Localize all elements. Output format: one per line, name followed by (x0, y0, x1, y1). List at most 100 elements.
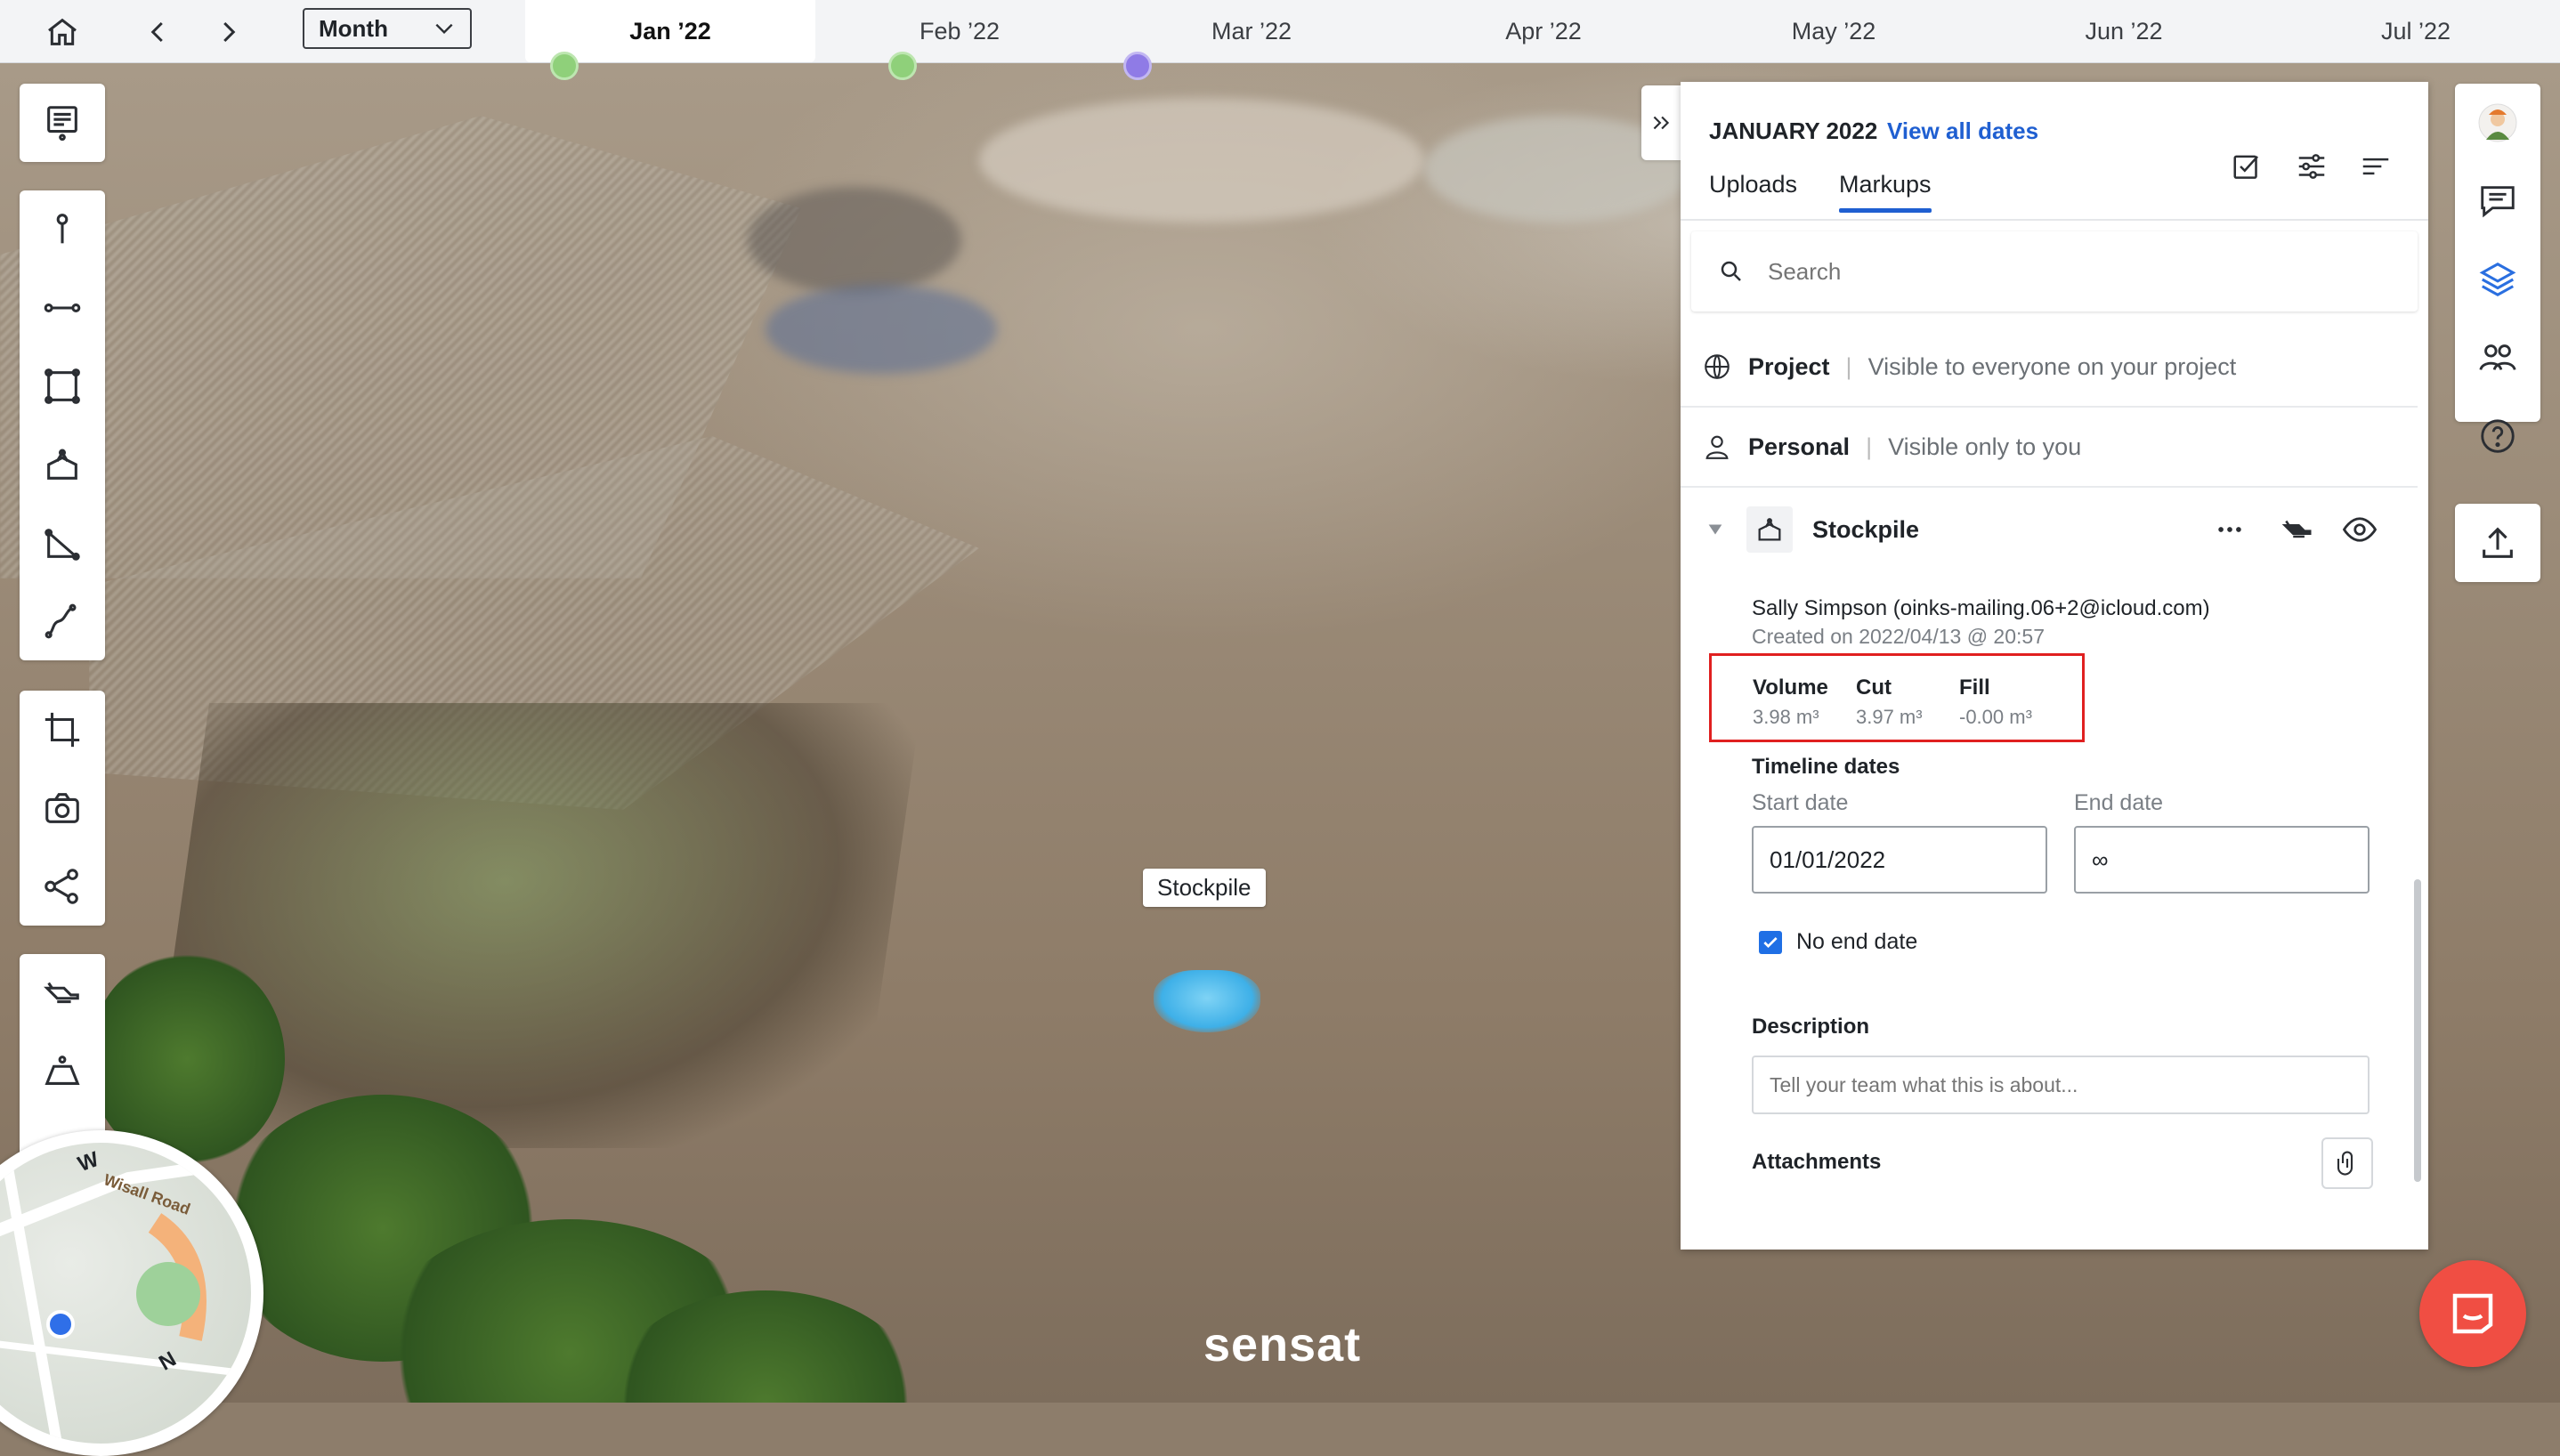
avatar-icon (2478, 103, 2517, 142)
measure-volume: Volume 3.98 m³ (1753, 675, 1828, 729)
export-button[interactable] (2455, 504, 2540, 582)
right-rail (2455, 84, 2540, 453)
area-tool-button[interactable] (20, 347, 105, 425)
more-options-icon[interactable] (2215, 514, 2245, 545)
timeline-month-jul[interactable]: Jul ’22 (2318, 0, 2514, 62)
measure-cut-label: Cut (1856, 675, 1892, 700)
chat-icon (2481, 186, 2515, 218)
screenshot-button[interactable] (20, 769, 105, 847)
layers-button[interactable] (2455, 240, 2540, 319)
search-input[interactable] (1766, 256, 2304, 287)
support-chat-button[interactable] (2419, 1260, 2526, 1367)
filter-button[interactable] (2289, 144, 2334, 189)
pin-icon (56, 214, 69, 244)
polygon-icon (45, 368, 80, 404)
stockpile-marker[interactable] (1154, 970, 1260, 1032)
paperclip-icon (2337, 1151, 2353, 1176)
capture-toolbar (20, 691, 105, 926)
collapse-panel-button[interactable] (1641, 85, 1681, 160)
home-icon[interactable] (43, 12, 82, 52)
stockpile-icon (1758, 518, 1781, 541)
person-icon (1705, 435, 1729, 459)
line-icon (44, 303, 81, 312)
flythrough-button[interactable] (20, 954, 105, 1032)
double-chevron-right-icon (1653, 116, 1670, 130)
search-bar (1691, 231, 2418, 311)
tab-uploads[interactable]: Uploads (1709, 171, 1797, 198)
caret-down-icon[interactable] (1705, 520, 1725, 539)
select-markups-button[interactable] (2225, 144, 2270, 189)
tab-markups[interactable]: Markups (1839, 171, 1932, 213)
timeline-bar: Month Jan ’22 Feb ’22 Mar ’22 Apr ’22 Ma… (0, 0, 2560, 80)
measurements-highlight: Volume 3.98 m³ Cut 3.97 m³ Fill -0.00 m³ (1709, 653, 2085, 742)
visibility-personal-row[interactable]: Personal | Visible only to you (1681, 408, 2418, 488)
divider: | (1845, 352, 1852, 380)
camera-view-button[interactable] (20, 1032, 105, 1111)
path-tool-button[interactable] (20, 582, 105, 660)
timeline-upload-dot[interactable] (888, 52, 917, 80)
notes-button[interactable] (20, 84, 105, 162)
measure-cut-value: 3.97 m³ (1856, 706, 1923, 728)
eye-icon[interactable] (2341, 511, 2378, 548)
help-button[interactable] (2455, 397, 2540, 475)
divider: | (1866, 433, 1873, 460)
description-title: Description (1752, 1015, 1870, 1039)
chevron-left-icon[interactable] (139, 12, 178, 52)
markup-author: Sally Simpson (oinks-mailing.06+2@icloud… (1752, 596, 2210, 620)
start-date-input[interactable] (1752, 826, 2047, 894)
drone-icon (44, 982, 79, 1004)
chat-bubble-icon (2452, 1293, 2493, 1334)
comments-button[interactable] (2455, 162, 2540, 240)
view-all-dates-link[interactable]: View all dates (1887, 117, 2038, 145)
profile-tool-button[interactable] (20, 504, 105, 582)
timeline-upload-dot[interactable] (550, 52, 579, 80)
no-end-date-label[interactable]: No end date (1796, 929, 1917, 955)
sliders-icon (2298, 154, 2325, 179)
user-avatar[interactable] (2455, 84, 2540, 162)
period-select[interactable]: Month (303, 8, 472, 49)
machinery (766, 285, 997, 374)
sort-button[interactable] (2353, 144, 2398, 189)
end-date-input[interactable] (2074, 826, 2370, 894)
crop-button[interactable] (20, 691, 105, 769)
stockpile-type-badge (1746, 506, 1793, 553)
sand-pile (979, 98, 1424, 222)
timeline-month-apr[interactable]: Apr ’22 (1446, 0, 1641, 62)
stockpile-icon (47, 449, 77, 480)
checkbox-icon (2233, 155, 2259, 179)
panel-scrollbar[interactable] (2414, 879, 2421, 1182)
timeline-dates-title: Timeline dates (1752, 755, 1900, 779)
timeline-month-may[interactable]: May ’22 (1736, 0, 1932, 62)
camera-icon (45, 793, 79, 823)
stockpile-map-label[interactable]: Stockpile (1143, 869, 1266, 907)
angle-icon (45, 529, 80, 561)
timeline-month-jun[interactable]: Jun ’22 (2026, 0, 2222, 62)
markups-panel: JANUARY 2022 View all dates Uploads Mark… (1681, 82, 2428, 1250)
checkmark-icon (1763, 937, 1778, 949)
timeline-month-mar[interactable]: Mar ’22 (1154, 0, 1349, 62)
minimap[interactable]: W N Wisall Road (0, 1143, 251, 1444)
description-input[interactable] (1752, 1056, 2370, 1114)
team-button[interactable] (2455, 319, 2540, 397)
measure-volume-value: 3.98 m³ (1753, 706, 1819, 728)
add-attachment-button[interactable] (2321, 1137, 2373, 1189)
end-date-label: End date (2074, 790, 2164, 815)
machinery (748, 187, 961, 294)
volume-tool-button[interactable] (20, 425, 105, 504)
measure-cut: Cut 3.97 m³ (1856, 675, 1923, 729)
point-tool-button[interactable] (20, 190, 105, 269)
sort-icon (2362, 158, 2389, 175)
timeline-month-feb[interactable]: Feb ’22 (862, 0, 1057, 62)
no-end-date-checkbox[interactable] (1759, 931, 1782, 954)
perspective-icon (45, 1056, 80, 1085)
timeline-markup-dot[interactable] (1123, 52, 1152, 80)
fly-to-icon[interactable] (2281, 513, 2314, 546)
chevron-right-icon[interactable] (208, 12, 247, 52)
line-tool-button[interactable] (20, 269, 105, 347)
visibility-project-row[interactable]: Project | Visible to everyone on your pr… (1681, 328, 2418, 408)
share-button[interactable] (20, 847, 105, 926)
panel-header: JANUARY 2022 View all dates Uploads Mark… (1681, 82, 2428, 221)
crop-icon (45, 712, 80, 748)
markup-item-header: Stockpile (1681, 498, 2418, 561)
help-icon (2481, 419, 2515, 453)
